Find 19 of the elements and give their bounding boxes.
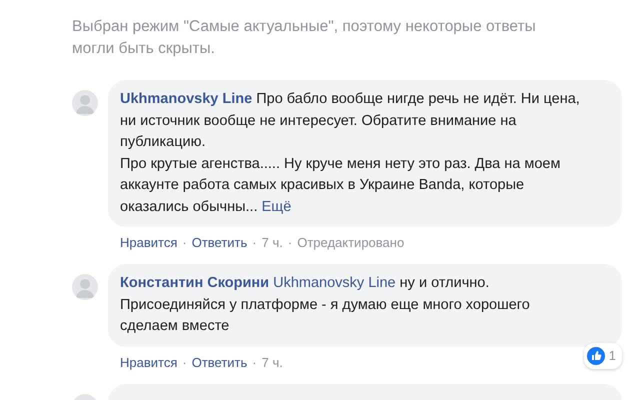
separator-dot: · [252, 235, 257, 250]
notice-text: Выбран режим "Самые актуальные", поэтому некоторые ответы могли быть скрыты. [72, 17, 537, 59]
separator-dot: · [252, 354, 257, 370]
thumbs-up-icon [586, 346, 605, 365]
action-link[interactable]: Нравится [120, 354, 178, 370]
comment-text: Ukhmanovsky Line Про бабло вообще нигде речь не идёт. Ни цена, ни источник вообще не интересует. Обратите внимание на публикацию. Про крутые агенства..... Ну круче меня нету это раз. Два на моем аккаунте работа самых красивых в Украине Banda, которые оказались обычны... Ещё [120, 90, 581, 216]
separator-dot: · [182, 235, 187, 250]
action-link[interactable]: Ответить [192, 235, 248, 250]
avatar[interactable] [72, 274, 98, 300]
reaction-count: 1 [608, 347, 616, 365]
action-link[interactable]: Нравится [120, 235, 178, 250]
comment-text: Константин Скорини Ukhmanovsky Line ну и отлично. Присоединяйся у платформе - я думаю еще много хорошего сделаем вместе [120, 274, 531, 336]
separator-dot: · [288, 235, 292, 250]
comment-meta: Отредактировано [297, 235, 404, 250]
action-link[interactable]: Ответить [192, 354, 248, 370]
separator-dot: · [182, 354, 187, 370]
avatar[interactable] [72, 90, 98, 116]
comment-meta: 7 ч. [262, 354, 283, 370]
comment-meta: 7 ч. [262, 235, 283, 250]
